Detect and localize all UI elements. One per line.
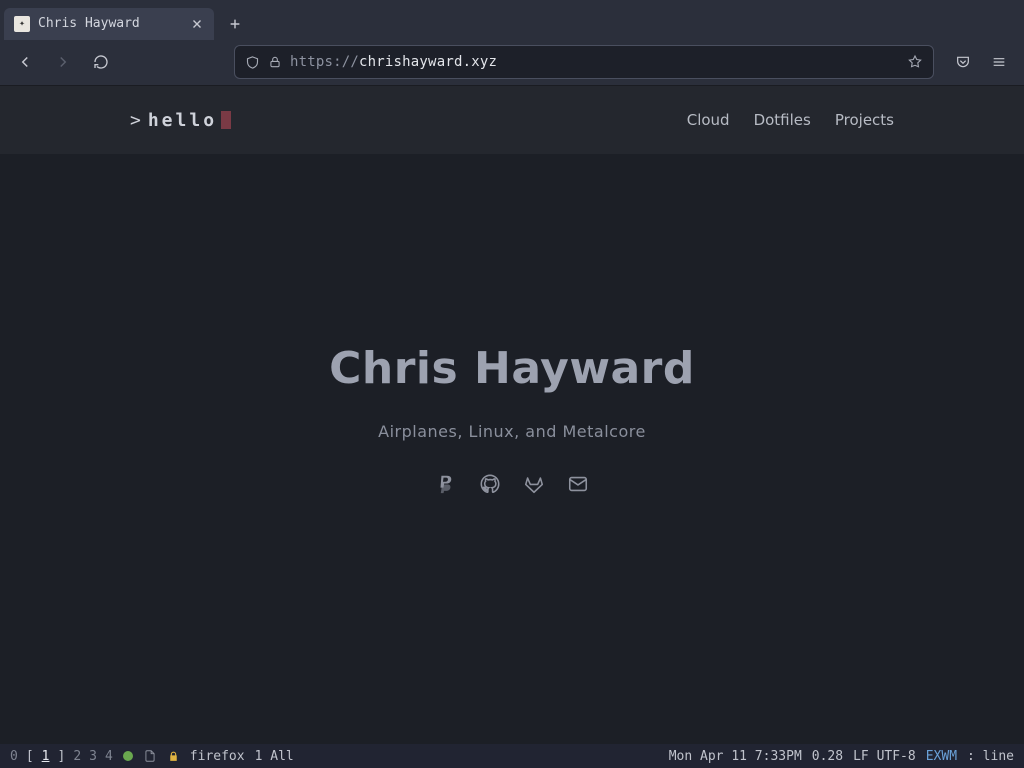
lock-icon[interactable] bbox=[268, 55, 282, 69]
social-links bbox=[435, 473, 589, 495]
bookmark-star-icon[interactable] bbox=[907, 54, 923, 70]
email-icon[interactable] bbox=[567, 473, 589, 495]
status-dot-icon bbox=[123, 751, 133, 761]
datetime: Mon Apr 11 7:33PM bbox=[669, 749, 802, 764]
buffer-position: 1 All bbox=[255, 749, 294, 764]
url-bar[interactable]: https://chrishayward.xyz bbox=[234, 45, 934, 79]
pocket-button[interactable] bbox=[948, 47, 978, 77]
paypal-icon[interactable] bbox=[435, 473, 457, 495]
reload-button[interactable] bbox=[86, 47, 116, 77]
new-tab-button[interactable] bbox=[220, 9, 250, 39]
workspace-list: 0 [1] 2 3 4 bbox=[10, 749, 113, 764]
github-icon[interactable] bbox=[479, 473, 501, 495]
readonly-lock-icon bbox=[167, 750, 180, 763]
workspace-4[interactable]: 4 bbox=[105, 749, 113, 764]
close-tab-icon[interactable] bbox=[190, 17, 204, 31]
tab-strip: ✦ Chris Hayward bbox=[0, 0, 1024, 40]
menu-button[interactable] bbox=[984, 47, 1014, 77]
shield-icon[interactable] bbox=[245, 55, 260, 70]
browser-toolbar: https://chrishayward.xyz bbox=[0, 40, 1024, 85]
minor-modes: : line bbox=[967, 749, 1014, 764]
workspace-3[interactable]: 3 bbox=[89, 749, 97, 764]
url-text: https://chrishayward.xyz bbox=[290, 54, 899, 70]
page-title: Chris Hayward bbox=[329, 343, 695, 394]
tagline: Airplanes, Linux, and Metalcore bbox=[378, 422, 646, 441]
workspace-1[interactable]: 1 bbox=[42, 749, 50, 764]
hero-section: Chris Hayward Airplanes, Linux, and Meta… bbox=[0, 124, 1024, 714]
browser-chrome: ✦ Chris Hayward https:// bbox=[0, 0, 1024, 86]
favicon-icon: ✦ bbox=[14, 16, 30, 32]
workspace-0[interactable]: 0 bbox=[10, 749, 18, 764]
emacs-modeline: 0 [1] 2 3 4 firefox 1 All Mon Apr 11 7:3… bbox=[0, 744, 1024, 768]
gitlab-icon[interactable] bbox=[523, 473, 545, 495]
page-content: > hello Cloud Dotfiles Projects Chris Ha… bbox=[0, 86, 1024, 744]
tab-title: Chris Hayward bbox=[38, 16, 182, 31]
back-button[interactable] bbox=[10, 47, 40, 77]
encoding: LF UTF-8 bbox=[853, 749, 916, 764]
major-mode: EXWM bbox=[926, 749, 957, 764]
load-average: 0.28 bbox=[812, 749, 843, 764]
browser-tab[interactable]: ✦ Chris Hayward bbox=[4, 8, 214, 40]
modeline-right: Mon Apr 11 7:33PM 0.28 LF UTF-8 EXWM : l… bbox=[669, 749, 1014, 764]
buffer-name: firefox bbox=[190, 749, 245, 764]
file-icon bbox=[143, 749, 157, 763]
workspace-2[interactable]: 2 bbox=[73, 749, 81, 764]
forward-button[interactable] bbox=[48, 47, 78, 77]
